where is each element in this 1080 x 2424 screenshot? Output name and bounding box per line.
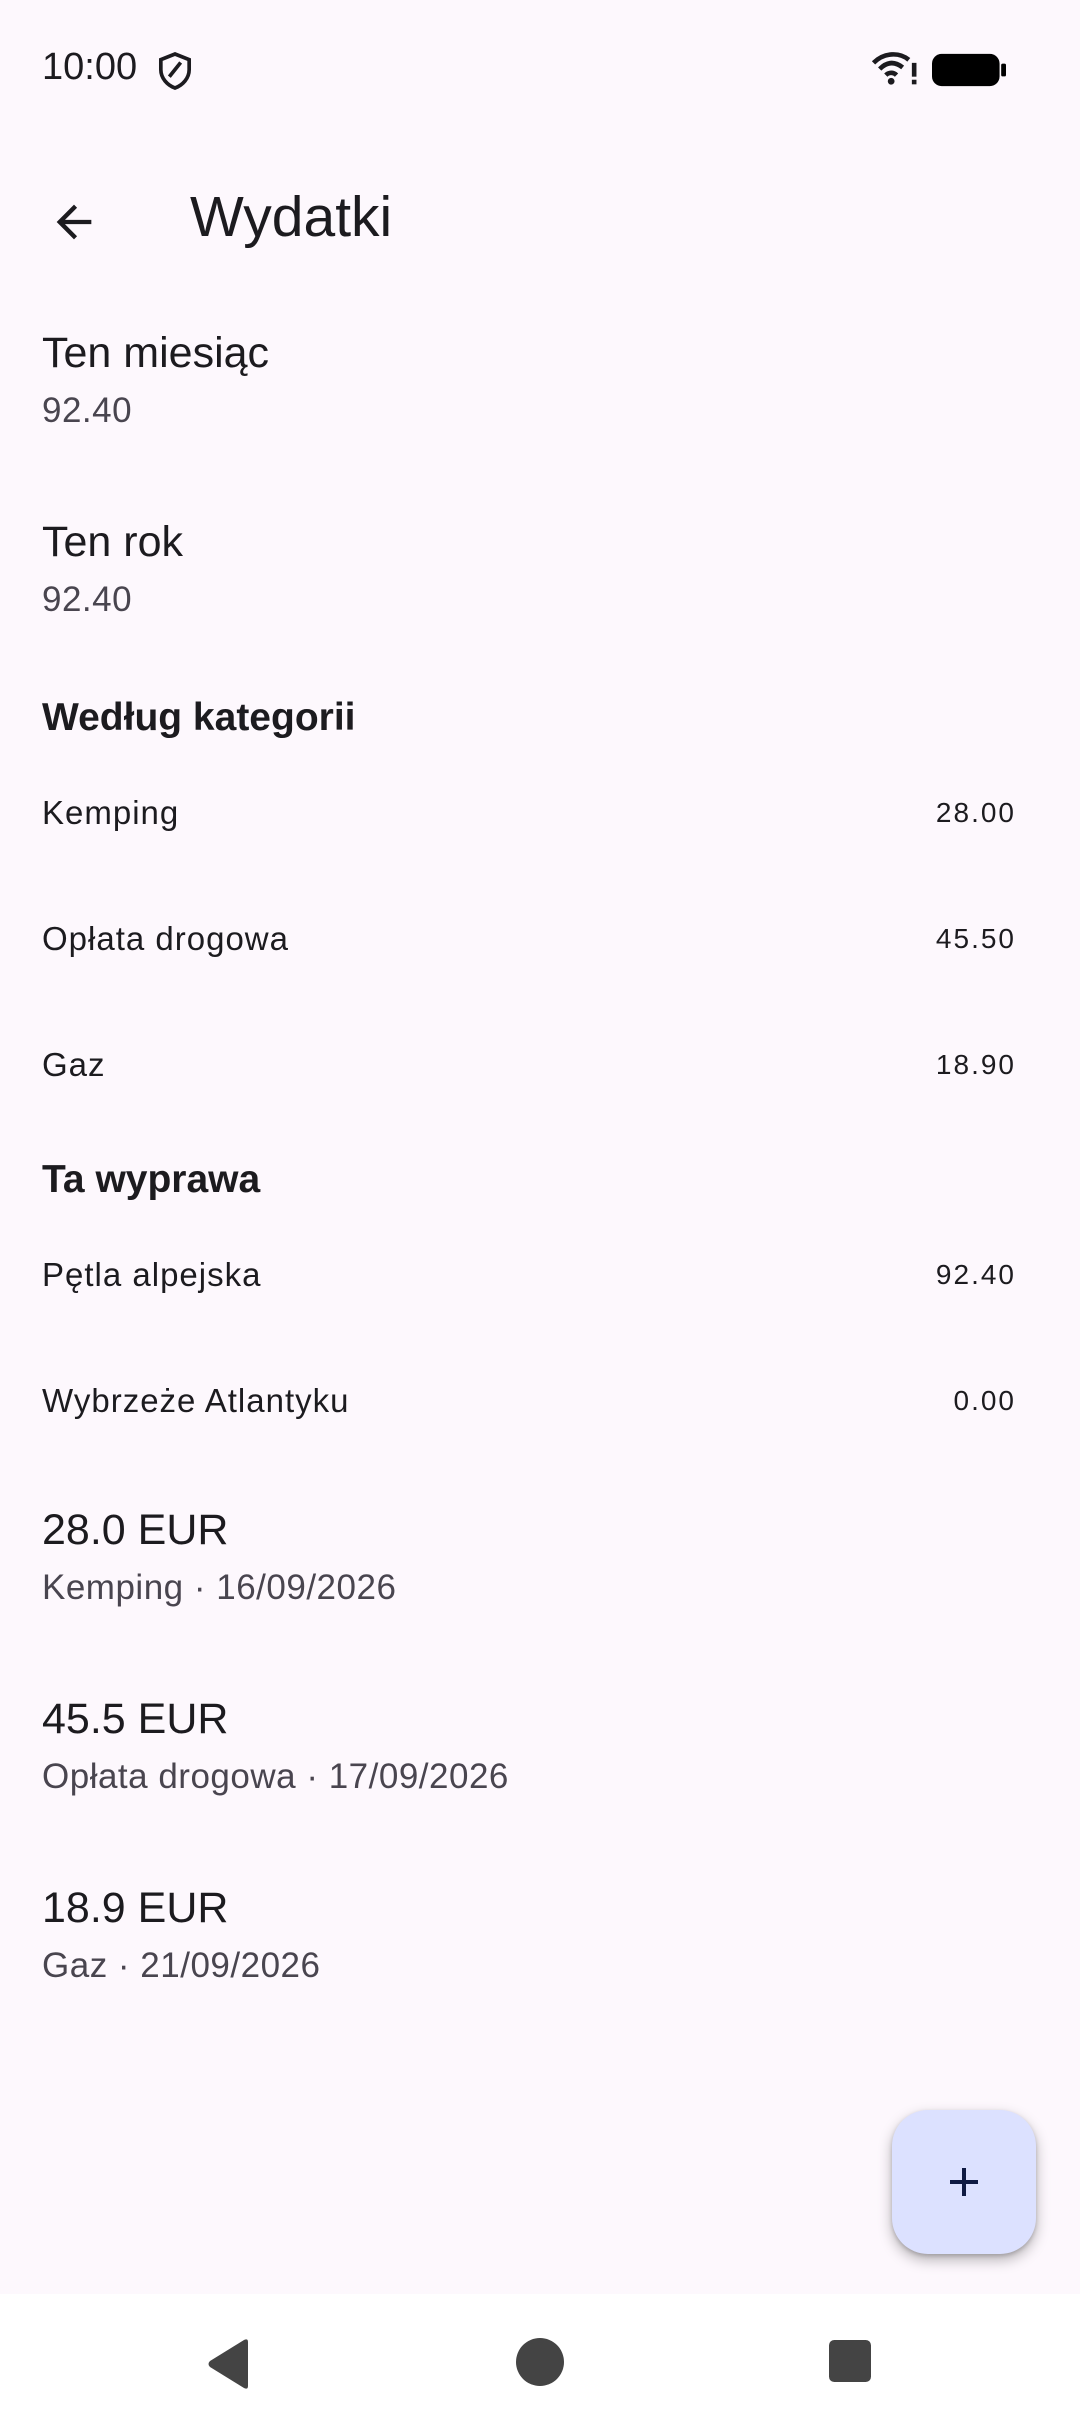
expense-meta: Opłata drogowa · 17/09/2026 — [42, 1757, 509, 1796]
category-label: Gaz — [42, 1046, 106, 1083]
arrow-back-icon — [56, 204, 92, 240]
nav-back-icon[interactable] — [204, 2338, 252, 2390]
trip-row[interactable]: Wybrzeże Atlantyku 0.00 — [42, 1371, 1016, 1431]
category-value: 28.00 — [935, 797, 1016, 828]
summary-this-month[interactable]: Ten miesiąc 92.40 — [42, 325, 1038, 435]
section-header-this-trip: Ta wyprawa — [42, 1158, 261, 1201]
page-title: Wydatki — [190, 185, 393, 249]
expense-amount: 18.9 EUR — [42, 1884, 229, 1932]
category-value: 18.90 — [935, 1049, 1016, 1080]
trip-value: 0.00 — [953, 1385, 1016, 1416]
trip-label: Pętla alpejska — [42, 1256, 262, 1293]
expense-amount: 28.0 EUR — [42, 1506, 229, 1554]
category-label: Opłata drogowa — [42, 920, 289, 957]
trip-label: Wybrzeże Atlantyku — [42, 1382, 350, 1419]
category-label: Kemping — [42, 794, 180, 831]
expense-item[interactable]: 18.9 EUR Gaz · 21/09/2026 — [42, 1880, 1038, 1990]
battery-icon — [932, 53, 1006, 87]
section-header-by-category: Według kategorii — [42, 696, 356, 739]
summary-year-value: 92.40 — [42, 580, 133, 619]
shield-icon — [158, 52, 192, 90]
system-nav-bar — [0, 2294, 1080, 2424]
app-bar: Wydatki — [0, 150, 1080, 278]
category-value: 45.50 — [935, 923, 1016, 954]
nav-home-icon[interactable] — [516, 2338, 564, 2386]
expense-item[interactable]: 45.5 EUR Opłata drogowa · 17/09/2026 — [42, 1691, 1038, 1801]
back-button[interactable] — [32, 180, 116, 264]
category-row[interactable]: Opłata drogowa 45.50 — [42, 909, 1016, 969]
expense-item[interactable]: 28.0 EUR Kemping · 16/09/2026 — [42, 1502, 1038, 1612]
nav-recents-icon[interactable] — [829, 2340, 871, 2382]
category-row[interactable]: Kemping 28.00 — [42, 783, 1016, 843]
plus-icon — [950, 2168, 978, 2196]
summary-month-label: Ten miesiąc — [42, 329, 270, 377]
status-bar: 10:00 — [0, 0, 1080, 140]
trip-row[interactable]: Pętla alpejska 92.40 — [42, 1245, 1016, 1305]
summary-month-value: 92.40 — [42, 391, 133, 430]
expense-meta: Gaz · 21/09/2026 — [42, 1946, 321, 1985]
summary-this-year[interactable]: Ten rok 92.40 — [42, 514, 1038, 624]
trip-value: 92.40 — [935, 1259, 1016, 1290]
expense-amount: 45.5 EUR — [42, 1695, 229, 1743]
expense-meta: Kemping · 16/09/2026 — [42, 1568, 397, 1607]
category-row[interactable]: Gaz 18.90 — [42, 1035, 1016, 1095]
status-time: 10:00 — [42, 46, 138, 88]
add-expense-button[interactable] — [892, 2110, 1036, 2254]
summary-year-label: Ten rok — [42, 518, 184, 566]
wifi-icon — [872, 52, 917, 85]
